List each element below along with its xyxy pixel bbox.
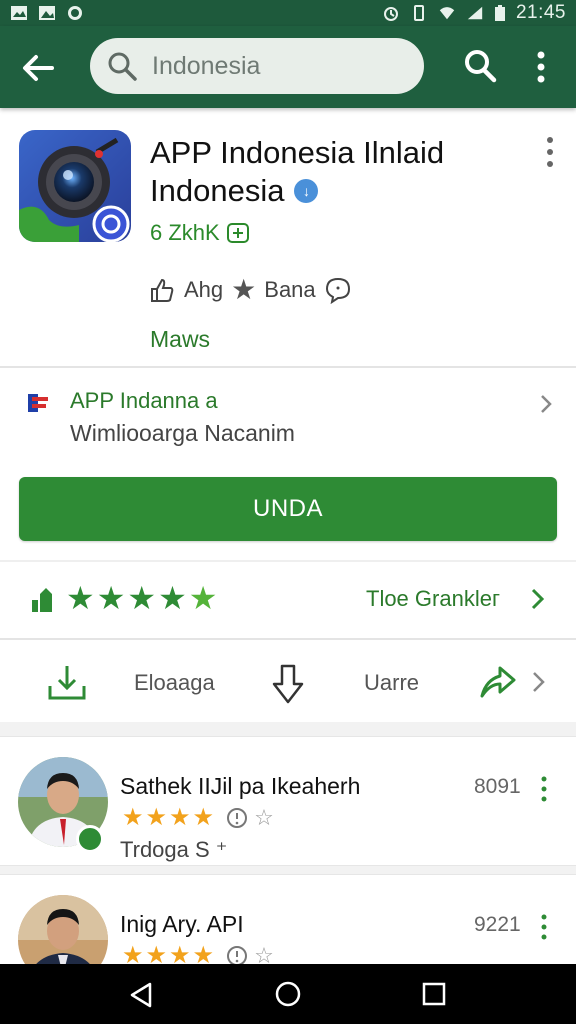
review-date: 9221 xyxy=(474,913,521,936)
review-stars: ★ ★ ★ ★ ☆ xyxy=(122,805,274,831)
developer-logo-icon xyxy=(28,394,48,412)
back-arrow-icon[interactable] xyxy=(18,48,58,88)
chat-bubble-icon xyxy=(325,277,350,304)
chevron-right-icon[interactable] xyxy=(530,668,548,696)
app-title: APP Indonesia Ilnlaid Indonesia ↓ xyxy=(150,134,530,210)
thumbs-up-icon xyxy=(151,278,174,302)
status-bar: 21:45 xyxy=(0,0,576,26)
image-icon xyxy=(11,6,27,20)
more-vert-icon[interactable] xyxy=(528,50,554,84)
likes-label: Ahg xyxy=(184,277,224,302)
rank-label: Tloe Granklег xyxy=(366,586,500,611)
status-time: 21:45 xyxy=(515,2,566,23)
review-date: 8091 xyxy=(474,775,521,798)
signal-icon xyxy=(467,6,483,20)
review-text: Trdoga S ⁺ xyxy=(120,837,228,862)
nav-home-icon[interactable] xyxy=(273,979,303,1009)
developer-subtitle: Wimliooarga Nacanim xyxy=(70,420,295,446)
rating-stars: ★ ★ ★ ★ ★ xyxy=(66,582,217,614)
chevron-right-icon xyxy=(541,395,552,413)
developer-name: APP Indanna a xyxy=(70,388,218,413)
action-row: Eloaaga Uarre xyxy=(0,642,576,722)
search-icon xyxy=(108,52,137,81)
star-icon: ★ xyxy=(192,804,215,831)
alarm-icon xyxy=(383,7,398,21)
app-icon xyxy=(19,130,131,242)
review-card[interactable]: Sathek IIJil pa Ikeaherh 8091 ★ ★ ★ ★ ☆ … xyxy=(0,736,576,866)
verified-badge-icon: ↓ xyxy=(294,179,319,203)
divider xyxy=(0,638,576,640)
star-icon: ★ xyxy=(231,274,257,305)
app-title-line2: Indonesia xyxy=(150,173,285,208)
star-icon: ★ xyxy=(145,804,168,831)
battery-icon xyxy=(494,5,505,21)
star-icon: ★ xyxy=(96,580,126,616)
maws-label[interactable]: Maws xyxy=(150,326,210,353)
star-icon: ★ xyxy=(188,580,218,616)
share-icon[interactable] xyxy=(476,660,518,702)
chevron-right-icon xyxy=(531,588,545,610)
app-more-icon[interactable] xyxy=(540,136,560,168)
wifi-icon xyxy=(439,7,455,20)
nav-back-icon[interactable] xyxy=(126,980,156,1010)
search-input[interactable]: Indonesia xyxy=(90,38,424,94)
star-icon: ★ xyxy=(169,804,191,831)
plus-box-icon xyxy=(226,223,249,243)
divider xyxy=(0,366,576,368)
search-query: Indonesia xyxy=(152,51,261,80)
review-author: Sathek IIJil pa Ikeaherh xyxy=(120,773,361,799)
photo-icon xyxy=(39,6,55,20)
rating-graph-icon xyxy=(32,588,52,612)
divider xyxy=(0,560,576,562)
app-meta-row: Ahg ★ Bana xyxy=(148,276,352,304)
screen: 21:45 Indonesia APP Indonesia Ilnlaid In… xyxy=(0,0,576,1024)
download-icon[interactable] xyxy=(46,662,88,702)
nav-recents-icon[interactable] xyxy=(420,980,448,1008)
star-outline-icon: ☆ xyxy=(254,805,274,830)
whatsapp-icon xyxy=(68,6,82,20)
verified-user-badge-icon xyxy=(76,825,104,853)
reviews-list: Sathek IIJil pa Ikeaherh 8091 ★ ★ ★ ★ ☆ … xyxy=(0,722,576,1004)
downloads-text: 6 ZkhK xyxy=(150,220,220,245)
info-circle-icon xyxy=(227,808,248,828)
rating-row[interactable]: ★ ★ ★ ★ ★ Tloe Granklег xyxy=(0,566,576,632)
review-more-icon[interactable] xyxy=(538,775,550,803)
downloads-count: 6 ZkhK xyxy=(150,220,250,246)
star-icon: ★ xyxy=(66,580,95,616)
developer-row[interactable]: APP Indanna a Wimliooarga Nacanim xyxy=(0,372,576,456)
star-icon: ★ xyxy=(127,580,157,616)
install-button[interactable]: UNDA xyxy=(19,477,557,541)
system-nav-bar xyxy=(0,964,576,1024)
arrow-down-icon[interactable] xyxy=(268,662,308,706)
action-label-1[interactable]: Eloaaga xyxy=(134,670,215,696)
app-bar: Indonesia xyxy=(0,26,576,108)
app-title-line1: APP Indonesia Ilnlaid xyxy=(150,135,445,170)
star-icon: ★ xyxy=(158,580,187,616)
rating-label: Bana xyxy=(264,277,316,302)
vibrate-icon xyxy=(413,5,424,21)
search-button-icon[interactable] xyxy=(460,46,500,86)
action-label-2[interactable]: Uarre xyxy=(364,670,419,696)
review-more-icon[interactable] xyxy=(538,913,550,941)
review-author: Inig Ary. API xyxy=(120,911,244,937)
star-icon: ★ xyxy=(122,804,144,831)
